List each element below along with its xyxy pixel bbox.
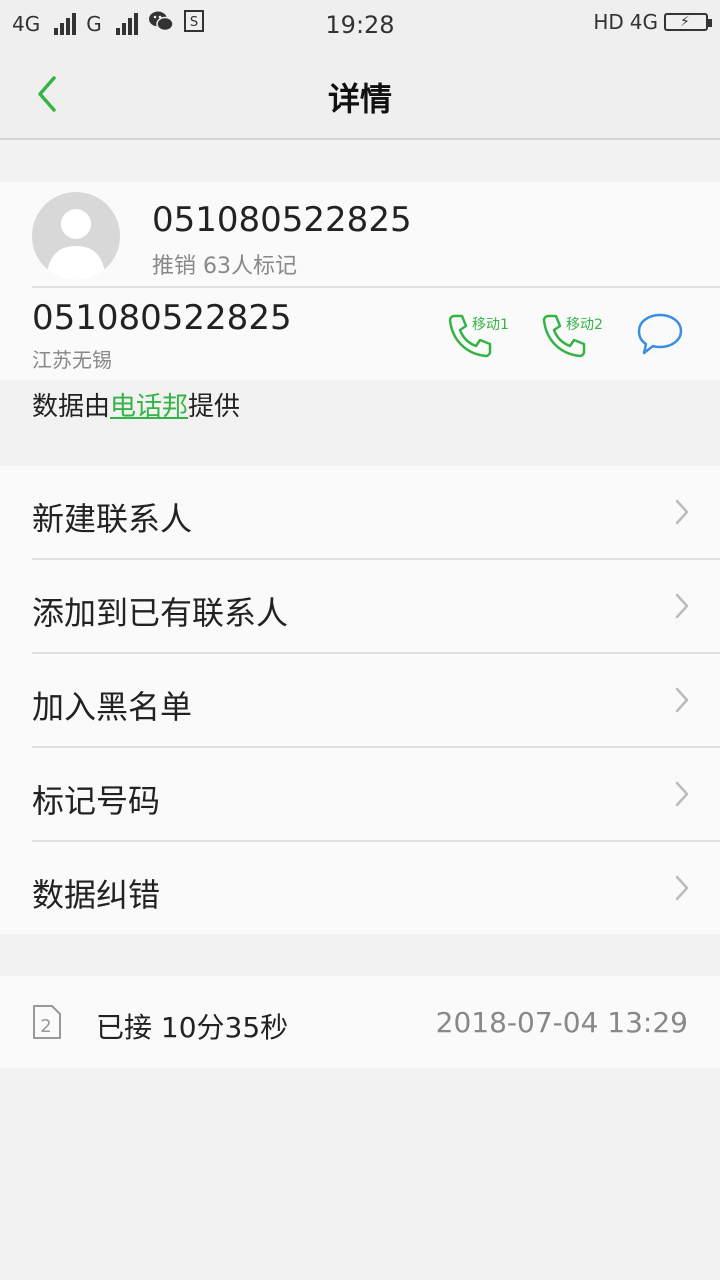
chevron-right-icon (675, 875, 689, 901)
menu-item-label: 数据纠错 (32, 876, 161, 914)
chevron-right-icon (675, 687, 689, 713)
menu-item-blacklist[interactable]: 加入黑名单 (32, 654, 720, 748)
menu-item-add-to-existing[interactable]: 添加到已有联系人 (32, 560, 720, 654)
call-log-entry[interactable]: 2 已接 10分35秒 2018-07-04 13:29 (0, 976, 720, 1068)
status-right: HD 4G ⚡ (593, 10, 712, 34)
message-bubble-icon (637, 313, 683, 355)
menu-item-label: 标记号码 (32, 782, 161, 820)
provider-prefix: 数据由 (32, 392, 111, 422)
avatar (32, 192, 120, 280)
network-type-3: 4G (629, 10, 658, 34)
chevron-right-icon (675, 499, 689, 525)
sim-number: 2 (40, 1016, 51, 1037)
chevron-right-icon (675, 593, 689, 619)
sim-card-icon: 2 (33, 1005, 61, 1039)
menu-item-label: 添加到已有联系人 (32, 594, 289, 632)
phone-number[interactable]: 051080522825 (32, 298, 292, 338)
menu-item-new-contact[interactable]: 新建联系人 (32, 466, 720, 560)
menu-item-mark-number[interactable]: 标记号码 (32, 748, 720, 842)
provider-suffix: 提供 (188, 392, 241, 422)
call-sim1-button[interactable]: 移动1 (446, 310, 526, 360)
call-datetime: 2018-07-04 13:29 (435, 1006, 688, 1039)
page-title: 详情 (327, 80, 392, 118)
menu-item-data-correction[interactable]: 数据纠错 (32, 842, 720, 934)
call-sim1-label: 移动1 (472, 317, 509, 333)
chevron-right-icon (675, 781, 689, 807)
menu-item-label: 加入黑名单 (32, 688, 193, 726)
provider-link[interactable]: 电话邦 (110, 392, 188, 422)
call-status: 已接 10分35秒 (96, 1011, 289, 1044)
hd-label: HD (593, 10, 624, 34)
menu-item-label: 新建联系人 (32, 500, 193, 538)
battery-icon: ⚡ (664, 13, 712, 31)
title-bar: 详情 (0, 50, 720, 140)
divider (32, 286, 720, 288)
data-provider-note: 数据由电话邦提供 (32, 386, 240, 423)
spam-tag: 推销 63人标记 (152, 254, 297, 279)
location-label: 江苏无锡 (32, 348, 112, 372)
action-menu: 新建联系人 添加到已有联系人 加入黑名单 标记号码 数据纠错 (0, 466, 720, 934)
message-button[interactable] (636, 312, 684, 356)
contact-card: 051080522825 推销 63人标记 051080522825 江苏无锡 … (0, 182, 720, 380)
call-sim2-label: 移动2 (566, 317, 603, 333)
status-bar: 4G G S 19:28 HD 4G ⚡ (0, 0, 720, 50)
contact-number: 051080522825 (152, 200, 412, 240)
call-sim2-button[interactable]: 移动2 (540, 310, 620, 360)
